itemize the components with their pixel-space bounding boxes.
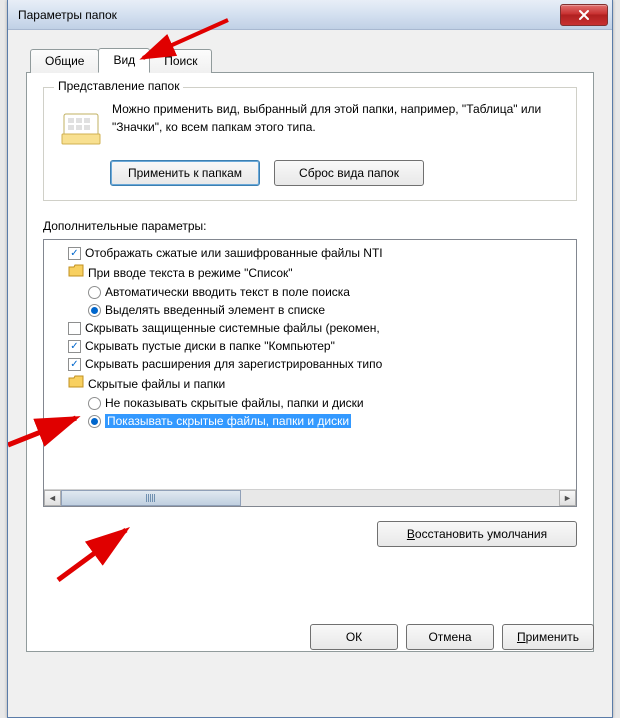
list-item[interactable]: Не показывать скрытые файлы, папки и дис… — [48, 394, 574, 412]
list-item[interactable]: Выделять введенный элемент в списке — [48, 301, 574, 319]
list-item-label: Автоматически вводить текст в поле поиск… — [105, 285, 350, 299]
radio[interactable] — [88, 415, 101, 428]
tab-strip: Общие Вид Поиск — [30, 48, 594, 72]
restore-defaults-button[interactable]: Восстановить умолчания — [377, 521, 577, 547]
close-button[interactable] — [560, 4, 608, 26]
list-item-label: При вводе текста в режиме "Список" — [88, 266, 293, 280]
list-item-label: Скрывать пустые диски в папке "Компьютер… — [85, 339, 335, 353]
cancel-button[interactable]: Отмена — [406, 624, 494, 650]
dialog-buttons: ОК Отмена Применить — [310, 624, 594, 650]
list-item[interactable]: При вводе текста в режиме "Список" — [48, 262, 574, 283]
list-item-label: Скрывать защищенные системные файлы (рек… — [85, 321, 380, 335]
folder-icon — [68, 375, 84, 392]
folder-options-dialog: Параметры папок Общие Вид Поиск Представ… — [7, 0, 613, 718]
checkbox[interactable]: ✓ — [68, 358, 81, 371]
list-item-label: Показывать скрытые файлы, папки и диски — [105, 414, 351, 428]
dialog-content: Общие Вид Поиск Представление папок Можн… — [8, 30, 612, 662]
tab-search[interactable]: Поиск — [149, 49, 212, 73]
list-item-label: Скрывать расширения для зарегистрированн… — [85, 357, 382, 371]
ok-button[interactable]: ОК — [310, 624, 398, 650]
scroll-thumb[interactable] — [61, 490, 241, 506]
advanced-settings-list[interactable]: ✓ Отображать сжатые или зашифрованные фай… — [43, 239, 577, 507]
tab-panel-view: Представление папок Можно применить вид,… — [26, 72, 594, 652]
checkbox[interactable]: ✓ — [68, 340, 81, 353]
checkbox[interactable]: ✓ — [68, 247, 81, 260]
window-title: Параметры папок — [18, 8, 560, 22]
apply-to-folders-button[interactable]: Применить к папкам — [110, 160, 260, 186]
tab-general[interactable]: Общие — [30, 49, 99, 73]
list-item-label: Скрытые файлы и папки — [88, 377, 225, 391]
checkbox[interactable] — [68, 322, 81, 335]
list-item[interactable]: Скрывать защищенные системные файлы (рек… — [48, 319, 574, 337]
advanced-settings-label: Дополнительные параметры: — [43, 219, 577, 233]
titlebar[interactable]: Параметры папок — [8, 0, 612, 30]
scroll-track[interactable] — [61, 490, 559, 506]
radio[interactable] — [88, 286, 101, 299]
list-item[interactable]: Автоматически вводить текст в поле поиск… — [48, 283, 574, 301]
radio[interactable] — [88, 304, 101, 317]
list-item[interactable]: Скрытые файлы и папки — [48, 373, 574, 394]
list-item[interactable]: ✓ Скрывать пустые диски в папке "Компьюте… — [48, 337, 574, 355]
folder-preview-icon — [60, 104, 102, 146]
list-item[interactable]: Показывать скрытые файлы, папки и диски — [48, 412, 574, 430]
horizontal-scrollbar[interactable]: ◄ ► — [44, 489, 576, 506]
list-item-label: Отображать сжатые или зашифрованные файл… — [85, 246, 383, 260]
list-item[interactable]: ✓ Отображать сжатые или зашифрованные фай… — [48, 244, 574, 262]
folder-views-title: Представление папок — [54, 79, 183, 93]
folder-views-description: Можно применить вид, выбранный для этой … — [112, 100, 566, 136]
tab-view[interactable]: Вид — [98, 48, 150, 73]
folder-views-group: Представление папок Можно применить вид,… — [43, 87, 577, 201]
scroll-left-arrow[interactable]: ◄ — [44, 490, 61, 506]
list-item-label: Не показывать скрытые файлы, папки и дис… — [105, 396, 364, 410]
apply-button[interactable]: Применить — [502, 624, 594, 650]
scroll-right-arrow[interactable]: ► — [559, 490, 576, 506]
close-icon — [578, 9, 590, 21]
list-item[interactable]: ✓ Скрывать расширения для зарегистрирован… — [48, 355, 574, 373]
list-item-label: Выделять введенный элемент в списке — [105, 303, 325, 317]
radio[interactable] — [88, 397, 101, 410]
folder-icon — [68, 264, 84, 281]
reset-folders-button[interactable]: Сброс вида папок — [274, 160, 424, 186]
